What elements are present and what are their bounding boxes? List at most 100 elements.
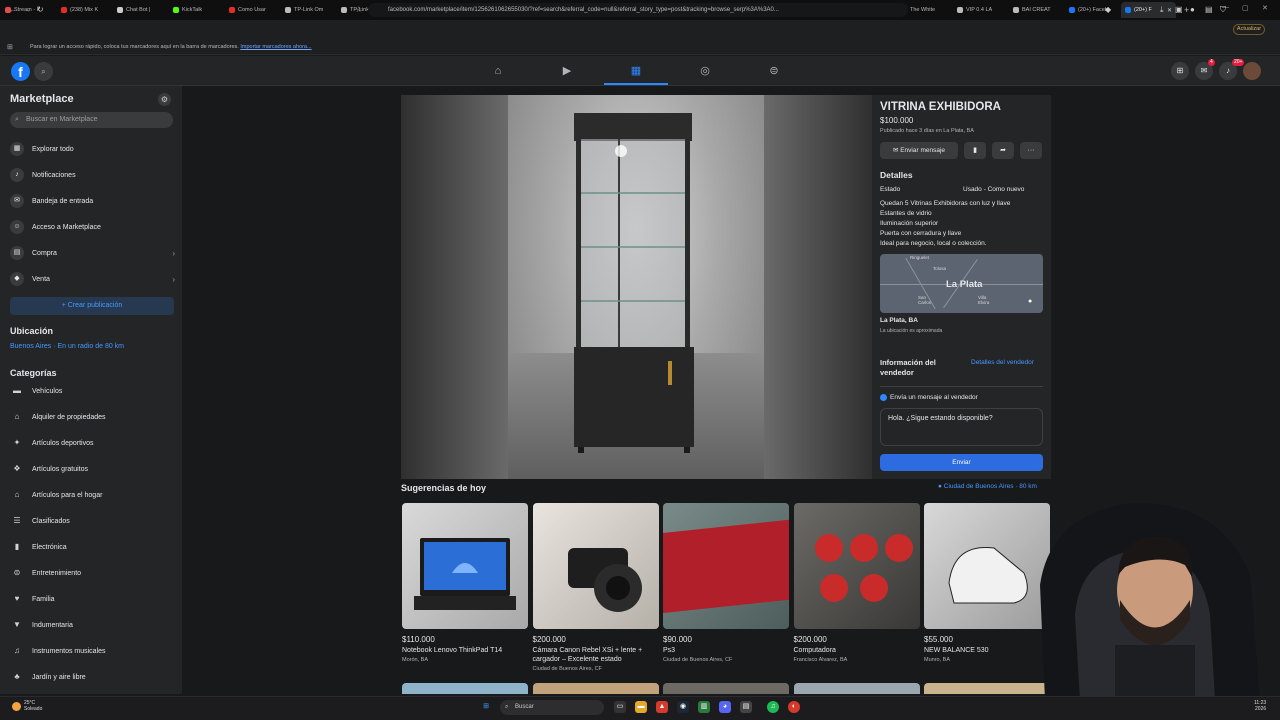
- close-window-icon[interactable]: ✕: [1262, 4, 1268, 12]
- send-message-button[interactable]: ✉ Enviar mensaje: [880, 142, 958, 159]
- suggestion-card[interactable]: $200.000 Computadora Francisco Alvarez, BA: [793, 503, 920, 663]
- close-tab-icon[interactable]: ✕: [1167, 7, 1172, 14]
- sidebar-item[interactable]: ☺ Acceso a Marketplace: [10, 217, 175, 237]
- file-explorer-icon[interactable]: ▬: [635, 701, 647, 713]
- category-item[interactable]: ⌂ Alquiler de propiedades: [10, 407, 175, 427]
- browser-tab[interactable]: (20+) F ✕: [1121, 2, 1176, 18]
- category-item[interactable]: ▮ Electrónica: [10, 537, 175, 557]
- system-clock[interactable]: 11:23 2026: [1254, 700, 1266, 712]
- search-icon[interactable]: ⌕: [34, 62, 53, 81]
- category-item[interactable]: ♫ Instrumentos musicales: [10, 641, 175, 661]
- video-icon[interactable]: ▶: [559, 63, 575, 79]
- suggestion-card-next-row[interactable]: [793, 683, 920, 694]
- suggestion-card[interactable]: $200.000 Cámara Canon Rebel XSi + lente +…: [532, 503, 659, 672]
- more-options-icon[interactable]: ···: [1020, 142, 1042, 159]
- save-bookmark-icon[interactable]: ▮: [964, 142, 986, 159]
- category-item[interactable]: ⊜ Entretenimiento: [10, 563, 175, 583]
- category-item[interactable]: ▼ Indumentaria: [10, 615, 175, 635]
- share-icon[interactable]: ➦: [992, 142, 1014, 159]
- taskbar-search[interactable]: ⌕ Buscar: [500, 700, 604, 715]
- listing-price: $100.000: [880, 116, 914, 125]
- forward-icon[interactable]: →: [23, 5, 31, 14]
- location-note: La ubicación es aproximada: [880, 328, 943, 334]
- app-icon[interactable]: ◐: [788, 701, 800, 713]
- tab-label: (20+) F: [1134, 7, 1152, 13]
- tab-label: BAI CREAT: [1022, 7, 1051, 13]
- suggestion-card[interactable]: $90.000 Ps3 Ciudad de Buenos Aires, CF: [663, 503, 789, 663]
- seller-details-link[interactable]: Detalles del vendedor: [971, 359, 1034, 366]
- browser-tab[interactable]: (238) Mix K: [57, 2, 112, 18]
- gear-icon[interactable]: ⚙: [158, 93, 171, 106]
- browser-tab[interactable]: (20+) Faceb: [1065, 2, 1120, 18]
- apps-grid-icon[interactable]: ⊞: [7, 43, 13, 51]
- category-item[interactable]: ☰ Clasificados: [10, 511, 175, 531]
- marketplace-search-input[interactable]: ⌕ Buscar en Marketplace: [10, 112, 173, 128]
- download-icon[interactable]: ⤓: [1160, 5, 1164, 15]
- app-icon[interactable]: ▥: [698, 701, 710, 713]
- url-input[interactable]: facebook.com/marketplace/item/1256261062…: [368, 3, 908, 17]
- spotify-icon[interactable]: ♫: [767, 701, 779, 713]
- suggestion-card-next-row[interactable]: [532, 683, 659, 694]
- windows-start-icon[interactable]: ⊞: [480, 701, 492, 713]
- suggestion-card-next-row[interactable]: [402, 683, 528, 694]
- menu-grid-icon[interactable]: ⊞: [1171, 62, 1189, 80]
- back-icon[interactable]: ←: [9, 5, 17, 14]
- browser-tab[interactable]: Como Usar: [225, 2, 280, 18]
- shield-icon[interactable]: ⛉: [1220, 5, 1226, 15]
- import-bookmarks-link[interactable]: Importar marcadores ahora...: [240, 44, 311, 50]
- bookmark-icon[interactable]: ☆: [355, 5, 362, 14]
- sidebar-item[interactable]: ✉ Bandeja de entrada: [10, 191, 175, 211]
- weather-widget[interactable]: 25°C Soleado: [12, 700, 42, 712]
- category-item[interactable]: ✦ Artículos deportivos: [10, 433, 175, 453]
- category-item[interactable]: ⌂ Artículos para el hogar: [10, 485, 175, 505]
- sun-icon: [12, 701, 21, 711]
- message-textarea[interactable]: Hola. ¿Sigue estando disponible?: [880, 408, 1043, 446]
- gaming-icon[interactable]: ⊜: [766, 63, 782, 79]
- browser-tab[interactable]: TP-Link Om: [281, 2, 336, 18]
- suggestions-location-link[interactable]: ● Ciudad de Buenos Aires · 80 km: [938, 483, 1037, 490]
- home-icon[interactable]: ⌂: [490, 63, 506, 79]
- sidebar-toggle-icon[interactable]: ▣: [1175, 5, 1183, 14]
- reload-icon[interactable]: ↻: [37, 5, 44, 14]
- steam-icon[interactable]: ◉: [677, 701, 689, 713]
- suggestion-name: Notebook Lenovo ThinkPad T14: [402, 647, 503, 654]
- suggestion-card-next-row[interactable]: [663, 683, 789, 694]
- info-icon[interactable]: ●: [1028, 298, 1032, 305]
- create-listing-button[interactable]: + Crear publicación: [10, 297, 174, 315]
- sidebar-item[interactable]: ◆ Venta ›: [10, 269, 175, 289]
- task-view-icon[interactable]: ▭: [614, 701, 626, 713]
- brave-browser-icon[interactable]: ▲: [656, 701, 668, 713]
- browser-tab[interactable]: Chat Bot |: [113, 2, 168, 18]
- category-item[interactable]: ♣ Jardín y aire libre: [10, 667, 175, 687]
- gamepad-icon: ⊜: [13, 568, 21, 577]
- suggestion-card[interactable]: $110.000 Notebook Lenovo ThinkPad T14 Moró…: [402, 503, 528, 663]
- extensions-icon[interactable]: ◆: [1105, 5, 1111, 14]
- browser-tab[interactable]: BAI CREAT: [1009, 2, 1064, 18]
- location-map[interactable]: Ringuelet Tolosa San Carlos Villa Elvira…: [880, 254, 1043, 313]
- wallet-icon[interactable]: ▤: [1205, 5, 1213, 14]
- sidebar-item[interactable]: ▦ Explorar todo: [10, 139, 175, 159]
- facebook-logo-icon[interactable]: f: [11, 62, 30, 81]
- update-button[interactable]: Actualizar: [1233, 24, 1265, 35]
- category-item[interactable]: ♥ Familia: [10, 589, 175, 609]
- sidebar-item-label: Explorar todo: [32, 145, 74, 153]
- location-filter-link[interactable]: Buenos Aires · En un radio de 80 km: [10, 343, 124, 350]
- send-button[interactable]: Enviar: [880, 454, 1043, 471]
- app-icon[interactable]: ▤: [740, 701, 752, 713]
- discord-icon[interactable]: ◕: [719, 701, 731, 713]
- send-message-option[interactable]: Envía un mensaje al vendedor: [880, 394, 978, 401]
- browser-tab[interactable]: KickTalk: [169, 2, 224, 18]
- groups-icon[interactable]: ◎: [697, 63, 713, 79]
- sidebar-item[interactable]: ▤ Compra ›: [10, 243, 175, 263]
- new-tab-icon[interactable]: +: [1184, 5, 1189, 15]
- suggestion-location: Francisco Alvarez, BA: [793, 657, 848, 663]
- category-item[interactable]: ▬ Vehículos: [10, 381, 175, 401]
- marketplace-icon[interactable]: ▦: [628, 63, 644, 79]
- browser-tab[interactable]: VIP 0.4 LA: [953, 2, 1008, 18]
- profile-icon[interactable]: ●: [1190, 5, 1195, 14]
- listing-image-panel[interactable]: [401, 95, 872, 479]
- sidebar-item[interactable]: ♪ Notificaciones: [10, 165, 175, 185]
- maximize-icon[interactable]: ▢: [1242, 4, 1249, 12]
- avatar[interactable]: [1243, 62, 1261, 80]
- category-item[interactable]: ❖ Artículos gratuitos: [10, 459, 175, 479]
